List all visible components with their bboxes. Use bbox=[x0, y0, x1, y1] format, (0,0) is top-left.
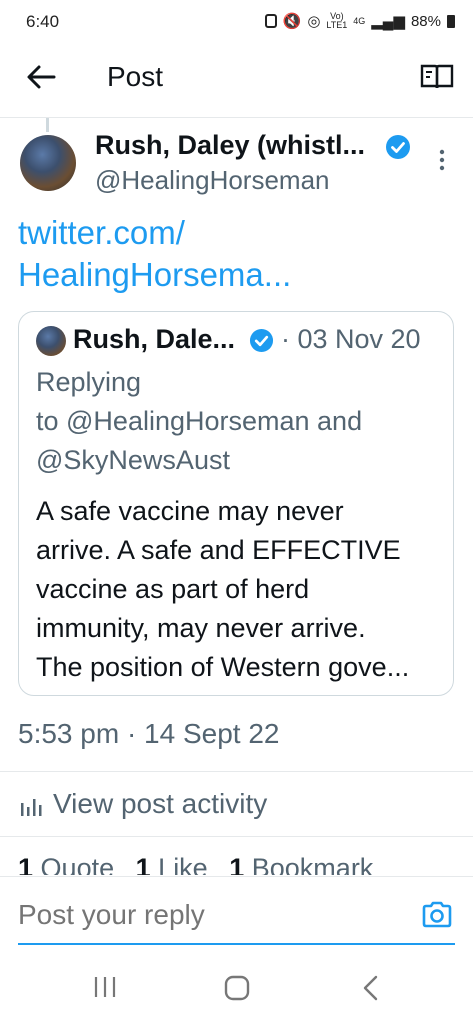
reader-mode-icon[interactable] bbox=[420, 62, 454, 92]
verified-badge-icon bbox=[386, 135, 410, 159]
quoted-post-text: A safe vaccine may never arrive. A safe … bbox=[36, 496, 410, 682]
bookmarks-count: 1 bbox=[229, 853, 245, 875]
page-title: Post bbox=[107, 61, 164, 92]
likes-count: 1 bbox=[135, 853, 151, 875]
battery-icon bbox=[447, 14, 455, 28]
reply-input-underline bbox=[18, 943, 455, 945]
alarm-icon bbox=[264, 14, 277, 28]
view-post-activity-link[interactable]: View post activity bbox=[53, 788, 267, 820]
author-handle[interactable]: @HealingHorseman bbox=[95, 165, 330, 196]
post-timestamp: 5:53 pm · 14 Sept 22 bbox=[18, 718, 280, 749]
home-icon[interactable] bbox=[224, 975, 250, 1001]
author-name[interactable]: Rush, Daley (whistl... bbox=[95, 130, 365, 161]
status-time: 6:40 bbox=[26, 12, 60, 31]
thread-connector bbox=[46, 118, 49, 132]
quoted-replying-to: Replying to @HealingHorseman and @SkyNew… bbox=[36, 367, 363, 475]
battery-percent: 88% bbox=[410, 12, 441, 30]
more-options-icon[interactable] bbox=[432, 146, 452, 176]
network-type: 4G bbox=[353, 15, 366, 26]
likes-label[interactable]: Like bbox=[158, 853, 208, 875]
quoted-date: · 03 Nov 20 bbox=[281, 324, 421, 354]
timestamp-divider bbox=[0, 771, 473, 772]
header-divider bbox=[0, 117, 473, 118]
analytics-icon[interactable] bbox=[20, 795, 44, 817]
quotes-count: 1 bbox=[18, 853, 34, 875]
author-avatar[interactable] bbox=[20, 135, 76, 191]
volte-indicator: Vo) LTE1 bbox=[326, 11, 348, 30]
mute-icon: 🔇 bbox=[282, 13, 302, 30]
quoted-author-name: Rush, Dale... bbox=[73, 324, 236, 354]
camera-icon[interactable] bbox=[421, 900, 453, 928]
quoted-author-avatar bbox=[36, 326, 66, 356]
engagement-stats: 1 Quote 1 Like 1 Bookmark bbox=[18, 853, 387, 875]
reply-input[interactable] bbox=[18, 899, 379, 931]
bookmarks-label[interactable]: Bookmark bbox=[252, 853, 374, 875]
back-arrow-icon[interactable] bbox=[24, 60, 58, 94]
signal-icon: ▂▄▆ bbox=[371, 13, 405, 30]
status-icons: 🔇 ◎ Vo) LTE1 4G ▂▄▆ 88% bbox=[264, 11, 455, 30]
system-back-icon[interactable] bbox=[360, 974, 380, 1002]
activity-divider bbox=[0, 836, 473, 837]
hotspot-icon: ◎ bbox=[307, 13, 321, 30]
recent-apps-icon[interactable] bbox=[92, 975, 118, 999]
post-link[interactable]: twitter.com/ HealingHorsema... bbox=[18, 212, 291, 296]
quotes-label[interactable]: Quote bbox=[41, 853, 115, 875]
verified-badge-icon bbox=[249, 328, 274, 353]
